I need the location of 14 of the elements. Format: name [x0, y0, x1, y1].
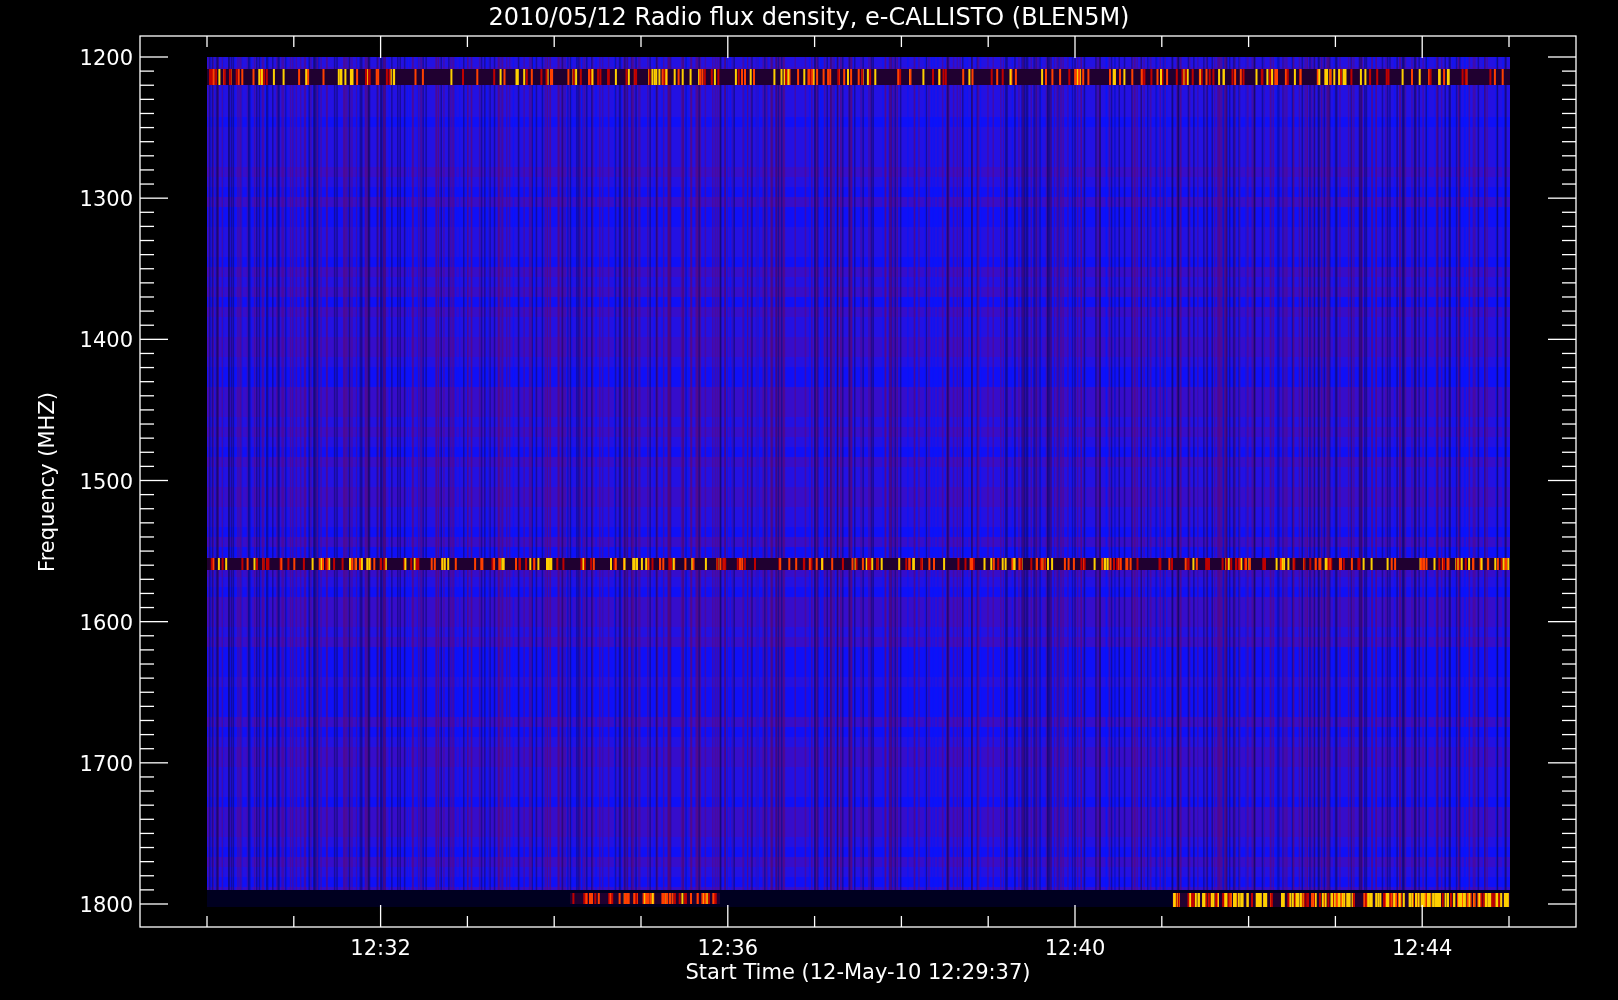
- chart-title: 2010/05/12 Radio flux density, e-CALLISTO (BLEN5M): [488, 3, 1130, 31]
- x-axis-label: Start Time (12-May-10 12:29:37): [685, 960, 1031, 984]
- y-tick-label: 1200: [79, 46, 133, 70]
- x-tick-label: 12:36: [697, 936, 759, 960]
- y-tick-label: 1500: [79, 469, 133, 494]
- y-tick-label: 1700: [79, 751, 133, 776]
- y-axis-label: Frequency (MHZ): [35, 392, 59, 572]
- y-tick-label: 1400: [79, 328, 133, 353]
- y-tick-label: 1800: [79, 893, 133, 917]
- y-tick-label: 1600: [79, 610, 133, 635]
- x-tick-label: 12:40: [1044, 936, 1106, 960]
- x-tick-label: 12:44: [1391, 936, 1453, 960]
- y-tick-label: 1300: [79, 187, 133, 212]
- x-tick-label: 12:32: [350, 936, 411, 960]
